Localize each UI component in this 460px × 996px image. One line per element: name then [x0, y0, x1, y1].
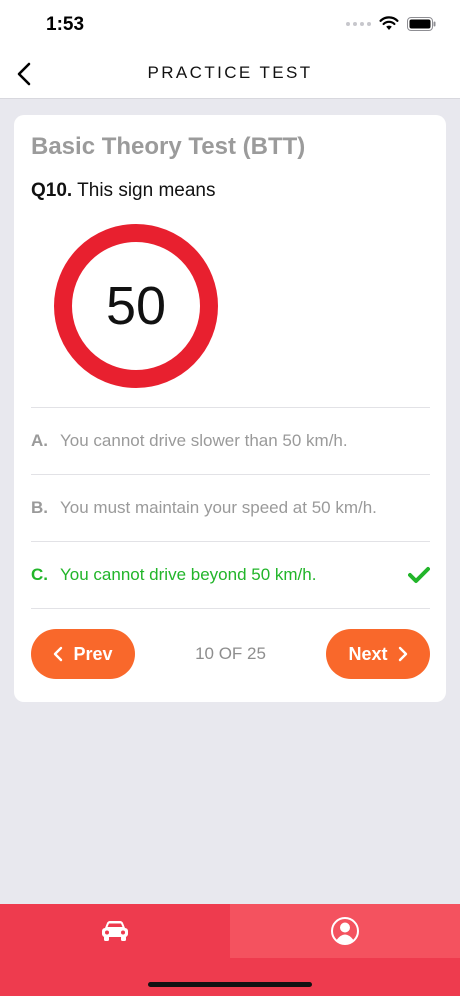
page-title: PRACTICE TEST — [147, 63, 313, 82]
tab-profile[interactable] — [230, 904, 460, 958]
question-card: Basic Theory Test (BTT) Q10. This sign m… — [14, 115, 446, 702]
option-a[interactable]: A. You cannot drive slower than 50 km/h. — [31, 408, 430, 475]
option-b[interactable]: B. You must maintain your speed at 50 km… — [31, 475, 430, 542]
option-text: You must maintain your speed at 50 km/h. — [60, 498, 377, 517]
next-label: Next — [348, 643, 388, 664]
question-pager: Prev 10 OF 25 Next — [31, 629, 430, 679]
answer-options: A. You cannot drive slower than 50 km/h.… — [31, 407, 430, 609]
tab-practice[interactable] — [0, 904, 230, 958]
sign-value: 50 — [106, 276, 166, 336]
option-letter: B. — [31, 498, 48, 517]
battery-icon — [407, 16, 436, 31]
option-letter: A. — [31, 431, 48, 450]
car-icon — [102, 921, 128, 941]
option-c[interactable]: C. You cannot drive beyond 50 km/h. — [31, 542, 430, 609]
option-text: You cannot drive beyond 50 km/h. — [60, 565, 317, 584]
question-text: This sign means — [77, 180, 216, 201]
navigation-bar: PRACTICE TEST — [0, 50, 460, 99]
profile-icon — [331, 917, 359, 945]
option-letter: C. — [31, 565, 48, 584]
tab-bar — [0, 904, 460, 996]
question-number: Q10. — [31, 180, 73, 201]
test-title: Basic Theory Test (BTT) — [31, 133, 306, 160]
checkmark-icon — [408, 567, 430, 583]
status-bar: 1:53 — [0, 0, 460, 50]
status-icons — [346, 16, 436, 31]
next-button[interactable]: Next — [326, 629, 430, 679]
chevron-right-icon — [398, 646, 407, 662]
cellular-signal-icon — [346, 21, 371, 26]
home-indicator — [148, 982, 312, 987]
question: Q10. This sign means — [31, 180, 215, 202]
speed-limit-sign-image: 50 — [54, 224, 218, 388]
status-time: 1:53 — [46, 14, 85, 35]
wifi-icon — [379, 16, 399, 30]
option-text: You cannot drive slower than 50 km/h. — [60, 431, 348, 450]
